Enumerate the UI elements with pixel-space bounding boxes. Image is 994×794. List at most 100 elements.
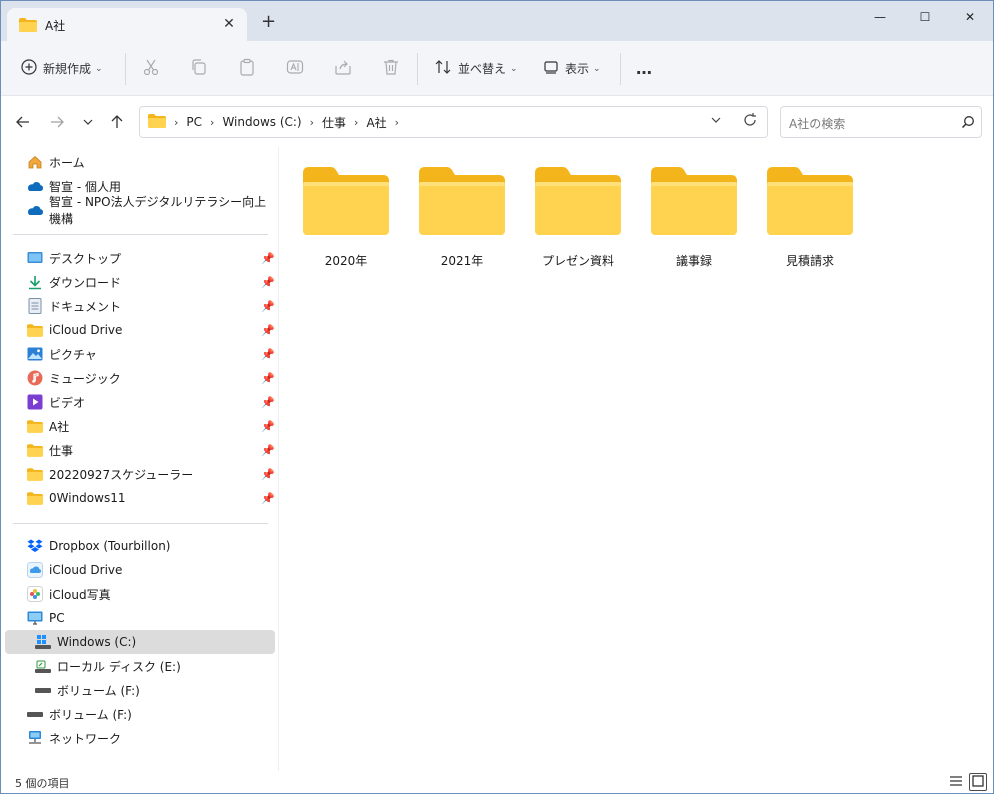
rename-button[interactable] (286, 41, 304, 96)
close-window-button[interactable]: ✕ (947, 1, 993, 33)
search-placeholder: A社の検索 (789, 117, 846, 131)
rename-icon (286, 58, 304, 79)
sidebar-item-onedrive-npo[interactable]: 智宣 - NPO法人デジタルリテラシー向上機構 (5, 195, 275, 226)
delete-button[interactable] (382, 41, 400, 96)
folder-icon (27, 442, 43, 458)
sidebar-item-icloud-drive-pinned[interactable]: iCloud Drive 📌 (5, 318, 275, 342)
pin-icon[interactable]: 📌 (261, 420, 275, 433)
icloud-icon (27, 562, 43, 578)
chevron-right-icon[interactable]: › (354, 116, 358, 129)
pin-icon[interactable]: 📌 (261, 324, 275, 337)
sidebar-item-windows-c[interactable]: Windows (C:) (5, 630, 275, 654)
pc-icon (27, 610, 43, 626)
sidebar-item-videos[interactable]: ビデオ 📌 (5, 390, 275, 414)
search-input[interactable]: A社の検索 (780, 106, 982, 138)
sidebar-item-desktop[interactable]: デスクトップ 📌 (5, 246, 275, 270)
pin-icon[interactable]: 📌 (261, 300, 275, 313)
folder-item[interactable]: 2021年 (412, 167, 512, 279)
new-tab-button[interactable]: + (261, 13, 276, 31)
sidebar-item-network[interactable]: ネットワーク (5, 726, 275, 750)
up-button[interactable] (107, 113, 127, 133)
folder-item[interactable]: 2020年 (296, 167, 396, 279)
large-icons-view-button[interactable] (969, 773, 987, 791)
sidebar-item-downloads[interactable]: ダウンロード 📌 (5, 270, 275, 294)
sidebar-item-pc[interactable]: PC (5, 606, 275, 630)
tab-a-sha[interactable]: A社 ✕ (7, 8, 247, 41)
sidebar-item-documents[interactable]: ドキュメント 📌 (5, 294, 275, 318)
folder-name: 議事録 (675, 254, 712, 268)
sidebar-item-dropbox[interactable]: Dropbox (Tourbillon) (5, 534, 275, 558)
sidebar-item-pictures[interactable]: ピクチャ 📌 (5, 342, 275, 366)
breadcrumb-pc[interactable]: PC (186, 115, 202, 129)
sidebar-item-icloud-photos[interactable]: iCloud写真 (5, 582, 275, 606)
sidebar-item-label: 20220927スケジューラー (49, 467, 194, 482)
sidebar-item-a-sha[interactable]: A社 📌 (5, 414, 275, 438)
sidebar-item-0windows11[interactable]: 0Windows11 📌 (5, 486, 275, 510)
removable-drive-icon (27, 706, 43, 722)
plus-circle-icon (21, 59, 37, 78)
maximize-button[interactable]: ☐ (902, 1, 948, 33)
drive-c-icon (35, 634, 51, 650)
back-button[interactable] (13, 113, 33, 133)
refresh-icon[interactable] (742, 112, 758, 131)
folder-item[interactable]: プレゼン資料 (528, 167, 628, 279)
sidebar-item-home[interactable]: ホーム (5, 150, 275, 174)
sort-button[interactable]: 並べ替え ⌄ (434, 41, 518, 96)
sidebar-item-label: ボリューム (F:) (57, 683, 140, 698)
chevron-right-icon[interactable]: › (210, 116, 214, 129)
address-bar[interactable]: › PC › Windows (C:) › 仕事 › A社 › (139, 106, 768, 138)
share-button[interactable] (334, 41, 352, 96)
title-bar: A社 ✕ + — ☐ ✕ (1, 1, 993, 41)
paste-button[interactable] (238, 41, 256, 96)
folder-item[interactable]: 見積請求 (760, 167, 860, 279)
onedrive-icon (27, 178, 43, 194)
sidebar-item-label: 智宣 - 個人用 (49, 179, 121, 194)
drive-e-icon (35, 658, 51, 674)
share-icon (334, 58, 352, 79)
file-list: 2020年 2021年 プレゼン資料 議事録 見積請求 (280, 147, 993, 771)
breadcrumb-windows-c[interactable]: Windows (C:) (222, 115, 301, 129)
pin-icon[interactable]: 📌 (261, 276, 275, 289)
sidebar-item-shigoto[interactable]: 仕事 📌 (5, 438, 275, 462)
large-folder-icon (767, 167, 853, 238)
pin-icon[interactable]: 📌 (261, 372, 275, 385)
sidebar-item-volume-f[interactable]: ボリューム (F:) (5, 702, 275, 726)
pin-icon[interactable]: 📌 (261, 492, 275, 505)
view-label: 表示 (565, 62, 590, 76)
minimize-button[interactable]: — (857, 1, 903, 33)
copy-button[interactable] (190, 41, 208, 96)
sidebar-item-local-disk-e[interactable]: ローカル ディスク (E:) (5, 654, 275, 678)
address-row: › PC › Windows (C:) › 仕事 › A社 › A社の検索 (1, 97, 993, 147)
pin-icon[interactable]: 📌 (261, 252, 275, 265)
sidebar-item-scheduler[interactable]: 20220927スケジューラー 📌 (5, 462, 275, 486)
breadcrumb-a-sha[interactable]: A社 (366, 114, 386, 131)
pin-icon[interactable]: 📌 (261, 444, 275, 457)
chevron-down-icon: ⌄ (593, 63, 601, 74)
network-icon (27, 730, 43, 746)
sort-label: 並べ替え (458, 62, 507, 76)
breadcrumb-shigoto[interactable]: 仕事 (322, 114, 346, 131)
pin-icon[interactable]: 📌 (261, 396, 275, 409)
forward-button[interactable] (47, 113, 67, 133)
sidebar-item-label: iCloud Drive (49, 323, 123, 337)
chevron-right-icon[interactable]: › (395, 116, 399, 129)
more-options-button[interactable]: … (636, 41, 652, 96)
recent-locations-button[interactable] (78, 113, 98, 133)
toolbar-divider (620, 53, 621, 85)
new-button[interactable]: 新規作成 ⌄ (21, 41, 103, 96)
close-tab-button[interactable]: ✕ (219, 14, 239, 34)
cut-button[interactable] (142, 41, 160, 96)
pin-icon[interactable]: 📌 (261, 468, 275, 481)
sidebar-item-volume-f-sub[interactable]: ボリューム (F:) (5, 678, 275, 702)
sidebar-item-music[interactable]: ミュージック 📌 (5, 366, 275, 390)
address-history-dropdown[interactable] (710, 114, 722, 129)
view-button[interactable]: 表示 ⌄ (543, 41, 601, 96)
sidebar-item-label: ローカル ディスク (E:) (57, 659, 181, 674)
details-view-button[interactable] (947, 773, 965, 791)
video-icon (27, 394, 43, 410)
folder-item[interactable]: 議事録 (644, 167, 744, 279)
chevron-right-icon[interactable]: › (310, 116, 314, 129)
pin-icon[interactable]: 📌 (261, 348, 275, 361)
sidebar-item-icloud-drive[interactable]: iCloud Drive (5, 558, 275, 582)
music-icon (27, 370, 43, 386)
